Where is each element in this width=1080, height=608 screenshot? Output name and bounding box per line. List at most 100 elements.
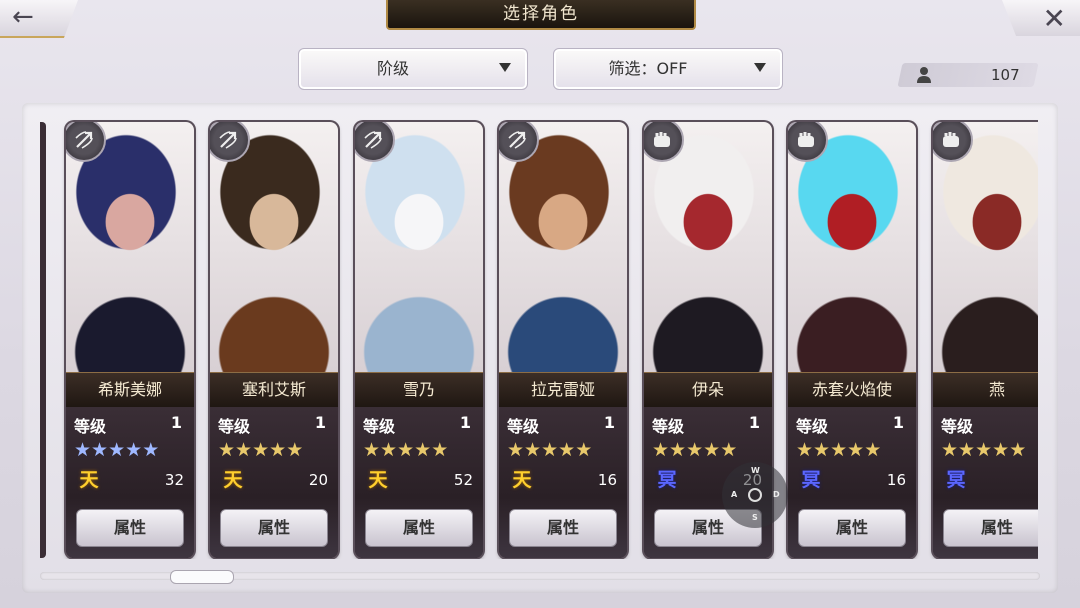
star-icon: ★ — [720, 439, 738, 461]
character-name: 赤套火焰使 — [788, 372, 916, 408]
level-label: 等级 — [74, 417, 107, 436]
title-banner: 选择角色 — [386, 0, 696, 30]
compass-e: D — [773, 490, 780, 499]
compass-overlay: W A D S — [722, 462, 788, 528]
star-rating: ★★★★★ — [363, 440, 448, 460]
rank-badge-icon: 冥 — [801, 469, 821, 491]
attribute-button[interactable]: 属性 — [76, 509, 184, 547]
rank-badge-icon: 冥 — [946, 469, 966, 491]
user-icon — [917, 67, 931, 83]
star-icon: ★ — [235, 439, 253, 461]
star-icon: ★ — [269, 439, 287, 461]
rank-badge-icon: 天 — [223, 469, 243, 491]
close-icon: ✕ — [1042, 2, 1066, 35]
close-button[interactable]: ✕ — [1002, 0, 1080, 36]
star-icon: ★ — [652, 439, 670, 461]
level-value: 1 — [603, 413, 615, 432]
star-icon: ★ — [958, 439, 976, 461]
cost-value: 16 — [597, 471, 617, 489]
star-icon: ★ — [142, 439, 160, 461]
character-info: 等级 1 ★★★★★ 天 32 属性 — [66, 407, 194, 558]
star-rating: ★★★★★ — [796, 440, 881, 460]
star-icon: ★ — [108, 439, 126, 461]
compass-center — [748, 488, 762, 502]
star-icon: ★ — [431, 439, 449, 461]
character-card[interactable]: 赤套火焰使 等级 1 ★★★★★ 冥 16 属性 — [788, 122, 916, 558]
star-icon: ★ — [1009, 439, 1027, 461]
character-card[interactable]: 燕 等级 1 ★★★★★ 冥 3 属性 — [933, 122, 1038, 558]
star-icon: ★ — [864, 439, 882, 461]
character-list[interactable]: 希斯美娜 等级 1 ★★★★★ 天 32 属性 塞利艾斯 等级 1 ★★★★★ … — [40, 117, 1038, 559]
star-rating: ★★★★★ — [74, 440, 159, 460]
star-icon: ★ — [541, 439, 559, 461]
character-info: 等级 1 ★★★★★ 冥 3 属性 — [933, 407, 1038, 558]
scroll-thumb[interactable] — [170, 570, 234, 584]
attribute-button[interactable]: 属性 — [798, 509, 906, 547]
star-icon: ★ — [74, 439, 92, 461]
rank-badge-icon: 天 — [368, 469, 388, 491]
cost-value: 52 — [453, 471, 473, 489]
filter-dropdown[interactable]: 筛选：OFF — [553, 48, 783, 90]
star-icon: ★ — [575, 439, 593, 461]
page-title: 选择角色 — [503, 4, 579, 24]
level-label: 等级 — [218, 417, 251, 436]
level-value: 1 — [892, 413, 904, 432]
top-bar: ← 选择角色 ✕ — [0, 0, 1080, 38]
star-icon: ★ — [975, 439, 993, 461]
star-icon: ★ — [830, 439, 848, 461]
character-info: 等级 1 ★★★★★ 冥 16 属性 — [788, 407, 916, 558]
character-info: 等级 1 ★★★★★ 天 16 属性 — [499, 407, 627, 558]
star-icon: ★ — [414, 439, 432, 461]
character-card[interactable]: 希斯美娜 等级 1 ★★★★★ 天 32 属性 — [66, 122, 194, 558]
rank-badge-icon: 天 — [79, 469, 99, 491]
roster-count-value: 107 — [991, 66, 1020, 84]
level-value: 1 — [459, 413, 471, 432]
attribute-button[interactable]: 属性 — [220, 509, 328, 547]
chevron-down-icon — [754, 63, 766, 72]
level-value: 1 — [170, 413, 182, 432]
cost-value: 20 — [308, 471, 328, 489]
roster-count: 107 — [897, 63, 1039, 87]
filter-dropdown-label: 筛选：OFF — [608, 59, 688, 78]
character-name: 燕 — [933, 372, 1038, 408]
rank-badge-icon: 冥 — [657, 469, 677, 491]
compass-s: S — [752, 513, 758, 522]
compass-n: W — [751, 466, 760, 475]
star-rating: ★★★★★ — [652, 440, 737, 460]
star-icon: ★ — [941, 439, 959, 461]
level-label: 等级 — [941, 417, 974, 436]
star-icon: ★ — [524, 439, 542, 461]
attribute-button[interactable]: 属性 — [943, 509, 1038, 547]
character-card[interactable]: 雪乃 等级 1 ★★★★★ 天 52 属性 — [355, 122, 483, 558]
level-label: 等级 — [507, 417, 540, 436]
star-icon: ★ — [847, 439, 865, 461]
star-rating: ★★★★★ — [941, 440, 1026, 460]
attribute-button[interactable]: 属性 — [365, 509, 473, 547]
level-label: 等级 — [363, 417, 396, 436]
star-icon: ★ — [91, 439, 109, 461]
partial-card-left[interactable] — [40, 122, 46, 558]
star-icon: ★ — [380, 439, 398, 461]
star-icon: ★ — [363, 439, 381, 461]
star-rating: ★★★★★ — [218, 440, 303, 460]
star-icon: ★ — [252, 439, 270, 461]
character-card[interactable]: 拉克雷娅 等级 1 ★★★★★ 天 16 属性 — [499, 122, 627, 558]
attribute-button[interactable]: 属性 — [509, 509, 617, 547]
back-arrow-icon: ← — [12, 2, 34, 32]
character-card[interactable]: 塞利艾斯 等级 1 ★★★★★ 天 20 属性 — [210, 122, 338, 558]
character-name: 伊朵 — [644, 372, 772, 408]
back-button[interactable]: ← — [0, 0, 78, 38]
star-icon: ★ — [218, 439, 236, 461]
level-value: 1 — [314, 413, 326, 432]
character-info: 等级 1 ★★★★★ 天 20 属性 — [210, 407, 338, 558]
chevron-down-icon — [499, 63, 511, 72]
character-info: 等级 1 ★★★★★ 天 52 属性 — [355, 407, 483, 558]
star-icon: ★ — [397, 439, 415, 461]
star-icon: ★ — [286, 439, 304, 461]
level-label: 等级 — [796, 417, 829, 436]
star-icon: ★ — [686, 439, 704, 461]
character-name: 雪乃 — [355, 372, 483, 408]
sort-dropdown[interactable]: 阶级 — [298, 48, 528, 90]
cost-value: 16 — [886, 471, 906, 489]
star-icon: ★ — [703, 439, 721, 461]
